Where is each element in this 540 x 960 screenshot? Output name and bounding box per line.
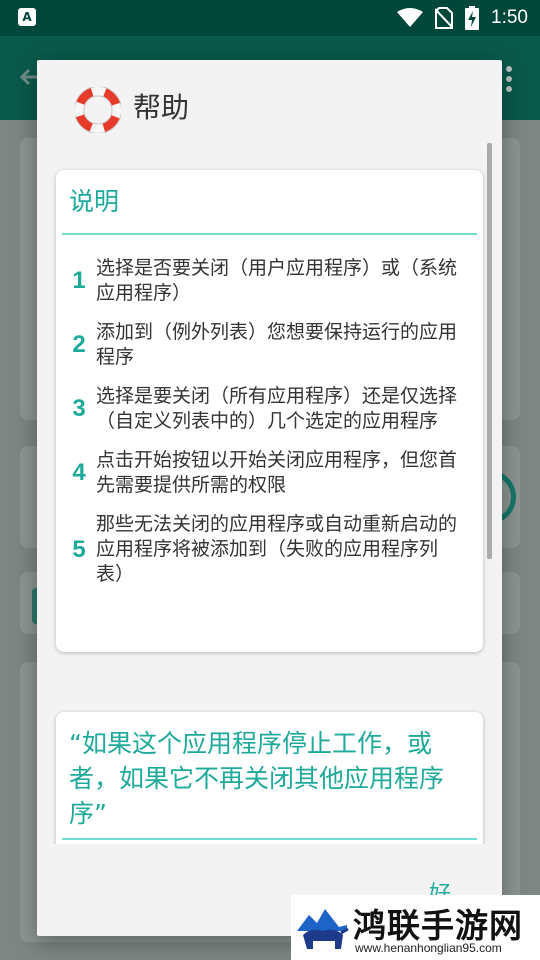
status-bar: A 1:50 bbox=[0, 0, 540, 36]
faq-card[interactable]: “如果这个应用程序停止工作，或者，如果它不再关闭其他应用程序序” bbox=[56, 712, 483, 844]
scrollbar[interactable] bbox=[487, 143, 492, 559]
step-text: 点击开始按钮以开始关闭应用程序，但您首先需要提供所需的权限 bbox=[96, 449, 458, 496]
help-dialog: 帮助 说明 1 选择是否要关闭（用户应用程序）或（系统应用程序） 2 添加到（例… bbox=[37, 60, 502, 936]
dialog-title: 帮助 bbox=[133, 91, 190, 124]
step-number: 2 bbox=[72, 331, 86, 358]
status-icons: 1:50 bbox=[397, 0, 528, 36]
status-time: 1:50 bbox=[491, 7, 528, 28]
wifi-icon bbox=[397, 8, 424, 27]
more-vertical-icon[interactable] bbox=[506, 66, 512, 92]
instructions-title: 说明 bbox=[69, 187, 120, 216]
step-item: 4 点击开始按钮以开始关闭应用程序，但您首先需要提供所需的权限 bbox=[56, 448, 483, 498]
step-item: 1 选择是否要关闭（用户应用程序）或（系统应用程序） bbox=[56, 256, 483, 306]
lifebuoy-icon bbox=[75, 87, 121, 133]
card-divider bbox=[62, 838, 477, 840]
step-number: 1 bbox=[72, 267, 86, 294]
bull-logo-icon bbox=[297, 909, 349, 949]
watermark-url: www.henanhonglian95.com bbox=[355, 941, 502, 955]
steps-list: 1 选择是否要关闭（用户应用程序）或（系统应用程序） 2 添加到（例外列表）您想… bbox=[56, 256, 483, 601]
step-item: 2 添加到（例外列表）您想要保持运行的应用程序 bbox=[56, 320, 483, 370]
step-text: 选择是要关闭（所有应用程序）还是仅选择（自定义列表中的）几个选定的应用程序 bbox=[96, 385, 458, 432]
watermark: 鸿联手游网 www.henanhonglian95.com bbox=[291, 895, 540, 960]
step-text: 选择是否要关闭（用户应用程序）或（系统应用程序） bbox=[96, 257, 458, 304]
step-number: 4 bbox=[72, 459, 86, 486]
step-text: 那些无法关闭的应用程序或自动重新启动的应用程序将被添加到（失败的应用程序列表） bbox=[96, 513, 458, 585]
battery-charging-icon bbox=[465, 6, 480, 30]
step-number: 3 bbox=[72, 395, 86, 422]
dialog-scroll-area[interactable]: 说明 1 选择是否要关闭（用户应用程序）或（系统应用程序） 2 添加到（例外列表… bbox=[37, 160, 502, 844]
faq-question: “如果这个应用程序停止工作，或者，如果它不再关闭其他应用程序序” bbox=[69, 729, 445, 828]
step-text: 添加到（例外列表）您想要保持运行的应用程序 bbox=[96, 321, 458, 368]
step-item: 3 选择是要关闭（所有应用程序）还是仅选择（自定义列表中的）几个选定的应用程序 bbox=[56, 384, 483, 434]
watermark-title: 鸿联手游网 bbox=[353, 906, 523, 945]
dialog-header: 帮助 bbox=[37, 60, 502, 160]
card-divider bbox=[62, 233, 477, 235]
step-item: 5 那些无法关闭的应用程序或自动重新启动的应用程序将被添加到（失败的应用程序列表… bbox=[56, 512, 483, 587]
instructions-card: 说明 1 选择是否要关闭（用户应用程序）或（系统应用程序） 2 添加到（例外列表… bbox=[56, 170, 483, 652]
step-number: 5 bbox=[72, 535, 86, 563]
no-sim-icon bbox=[435, 7, 454, 29]
notification-icon: A bbox=[18, 8, 36, 26]
